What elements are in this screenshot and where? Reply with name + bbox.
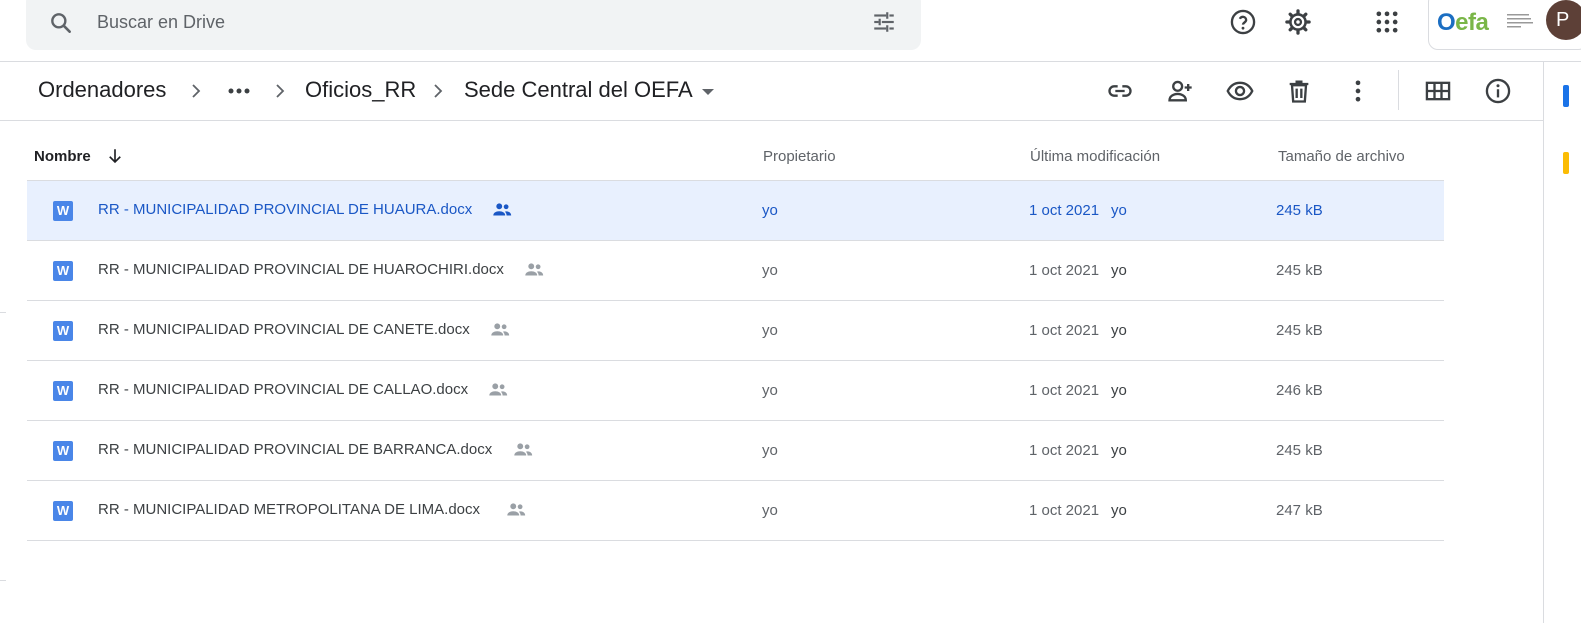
arrow-down-icon[interactable] (106, 147, 124, 165)
left-edge-divider (0, 580, 6, 581)
logo-subtext-decoration (1507, 13, 1533, 32)
column-header-size[interactable]: Tamaño de archivo (1278, 148, 1405, 165)
top-bar: Buscar en Drive Oefa P (0, 0, 1581, 62)
info-icon[interactable] (1484, 77, 1512, 105)
breadcrumb-item-current-folder[interactable]: Sede Central del OEFA (464, 77, 693, 103)
file-name[interactable]: RR - MUNICIPALIDAD PROVINCIAL DE HUAURA.… (98, 201, 472, 218)
file-list-header: Nombre Propietario Última modificación T… (27, 121, 1444, 181)
file-modified-date: 1 oct 2021 (1029, 322, 1100, 339)
shared-people-icon (491, 323, 510, 336)
file-name[interactable]: RR - MUNICIPALIDAD METROPOLITANA DE LIMA… (98, 501, 480, 518)
file-modified-by: yo (1111, 202, 1127, 219)
column-header-name[interactable]: Nombre (34, 148, 91, 165)
grid-view-icon[interactable] (1424, 77, 1452, 105)
table-row[interactable]: W RR - MUNICIPALIDAD PROVINCIAL DE HUAURA… (27, 181, 1444, 241)
table-row[interactable]: W RR - MUNICIPALIDAD PROVINCIAL DE BARRAN… (27, 421, 1444, 481)
column-header-modified[interactable]: Última modificación (1030, 148, 1160, 165)
search-icon[interactable] (48, 10, 74, 36)
table-row[interactable]: W RR - MUNICIPALIDAD PROVINCIAL DE CALLAO… (27, 361, 1444, 421)
shared-people-icon (514, 443, 533, 456)
file-size: 247 kB (1276, 502, 1323, 519)
file-modified-date: 1 oct 2021 (1029, 382, 1100, 399)
file-modified-by: yo (1111, 322, 1127, 339)
file-name[interactable]: RR - MUNICIPALIDAD PROVINCIAL DE CALLAO.… (98, 381, 468, 398)
shared-people-icon (493, 203, 512, 216)
chevron-right-icon (276, 84, 285, 98)
breadcrumb-item-ordenadores[interactable]: Ordenadores (38, 77, 166, 103)
oefa-logo: Oefa (1437, 9, 1489, 36)
table-row[interactable]: W RR - MUNICIPALIDAD PROVINCIAL DE CANETE… (27, 301, 1444, 361)
word-doc-icon: W (53, 501, 73, 521)
file-owner: yo (762, 262, 778, 279)
word-doc-icon: W (53, 441, 73, 461)
avatar[interactable]: P (1546, 0, 1581, 40)
shared-people-icon (507, 503, 526, 516)
apps-grid-icon[interactable] (1373, 8, 1401, 36)
file-owner: yo (762, 382, 778, 399)
file-modified-by: yo (1111, 502, 1127, 519)
chevron-right-icon (192, 84, 201, 98)
file-size: 245 kB (1276, 322, 1323, 339)
left-edge-divider (0, 312, 6, 313)
shared-people-icon (525, 263, 544, 276)
file-size: 246 kB (1276, 382, 1323, 399)
trash-icon[interactable] (1285, 77, 1313, 105)
search-input[interactable]: Buscar en Drive (97, 12, 225, 33)
column-header-owner[interactable]: Propietario (763, 148, 836, 165)
link-icon[interactable] (1106, 77, 1134, 105)
file-name[interactable]: RR - MUNICIPALIDAD PROVINCIAL DE CANETE.… (98, 321, 470, 338)
add-person-icon[interactable] (1166, 77, 1194, 105)
file-size: 245 kB (1276, 202, 1323, 219)
file-owner: yo (762, 322, 778, 339)
breadcrumb: Ordenadores Oficios_RR Sede Central del … (0, 62, 1543, 121)
file-modified-by: yo (1111, 382, 1127, 399)
file-modified-by: yo (1111, 262, 1127, 279)
side-panel-addon-marker[interactable] (1563, 152, 1569, 174)
caret-down-icon[interactable] (699, 85, 717, 99)
file-modified-date: 1 oct 2021 (1029, 442, 1100, 459)
tune-icon[interactable] (871, 9, 897, 35)
file-modified-by: yo (1111, 442, 1127, 459)
file-name[interactable]: RR - MUNICIPALIDAD PROVINCIAL DE BARRANC… (98, 441, 492, 458)
file-size: 245 kB (1276, 442, 1323, 459)
shared-people-icon (489, 383, 508, 396)
file-modified-date: 1 oct 2021 (1029, 502, 1100, 519)
more-horiz-icon[interactable] (226, 80, 252, 102)
breadcrumb-item-oficios[interactable]: Oficios_RR (305, 77, 416, 103)
file-size: 245 kB (1276, 262, 1323, 279)
search-box[interactable]: Buscar en Drive (26, 0, 921, 50)
word-doc-icon: W (53, 381, 73, 401)
eye-icon[interactable] (1226, 77, 1254, 105)
chevron-right-icon (434, 84, 443, 98)
file-modified-date: 1 oct 2021 (1029, 202, 1100, 219)
help-icon[interactable] (1229, 8, 1257, 36)
more-vert-icon[interactable] (1344, 77, 1372, 105)
table-row[interactable]: W RR - MUNICIPALIDAD PROVINCIAL DE HUAROC… (27, 241, 1444, 301)
toolbar-divider (1398, 70, 1399, 110)
word-doc-icon: W (53, 261, 73, 281)
file-owner: yo (762, 442, 778, 459)
side-panel-divider (1543, 62, 1544, 623)
side-panel-addon-marker[interactable] (1563, 85, 1569, 107)
word-doc-icon: W (53, 201, 73, 221)
table-row[interactable]: W RR - MUNICIPALIDAD METROPOLITANA DE LIM… (27, 481, 1444, 541)
file-owner: yo (762, 502, 778, 519)
word-doc-icon: W (53, 321, 73, 341)
file-modified-date: 1 oct 2021 (1029, 262, 1100, 279)
file-name[interactable]: RR - MUNICIPALIDAD PROVINCIAL DE HUAROCH… (98, 261, 504, 278)
file-owner: yo (762, 202, 778, 219)
gear-icon[interactable] (1284, 8, 1312, 36)
